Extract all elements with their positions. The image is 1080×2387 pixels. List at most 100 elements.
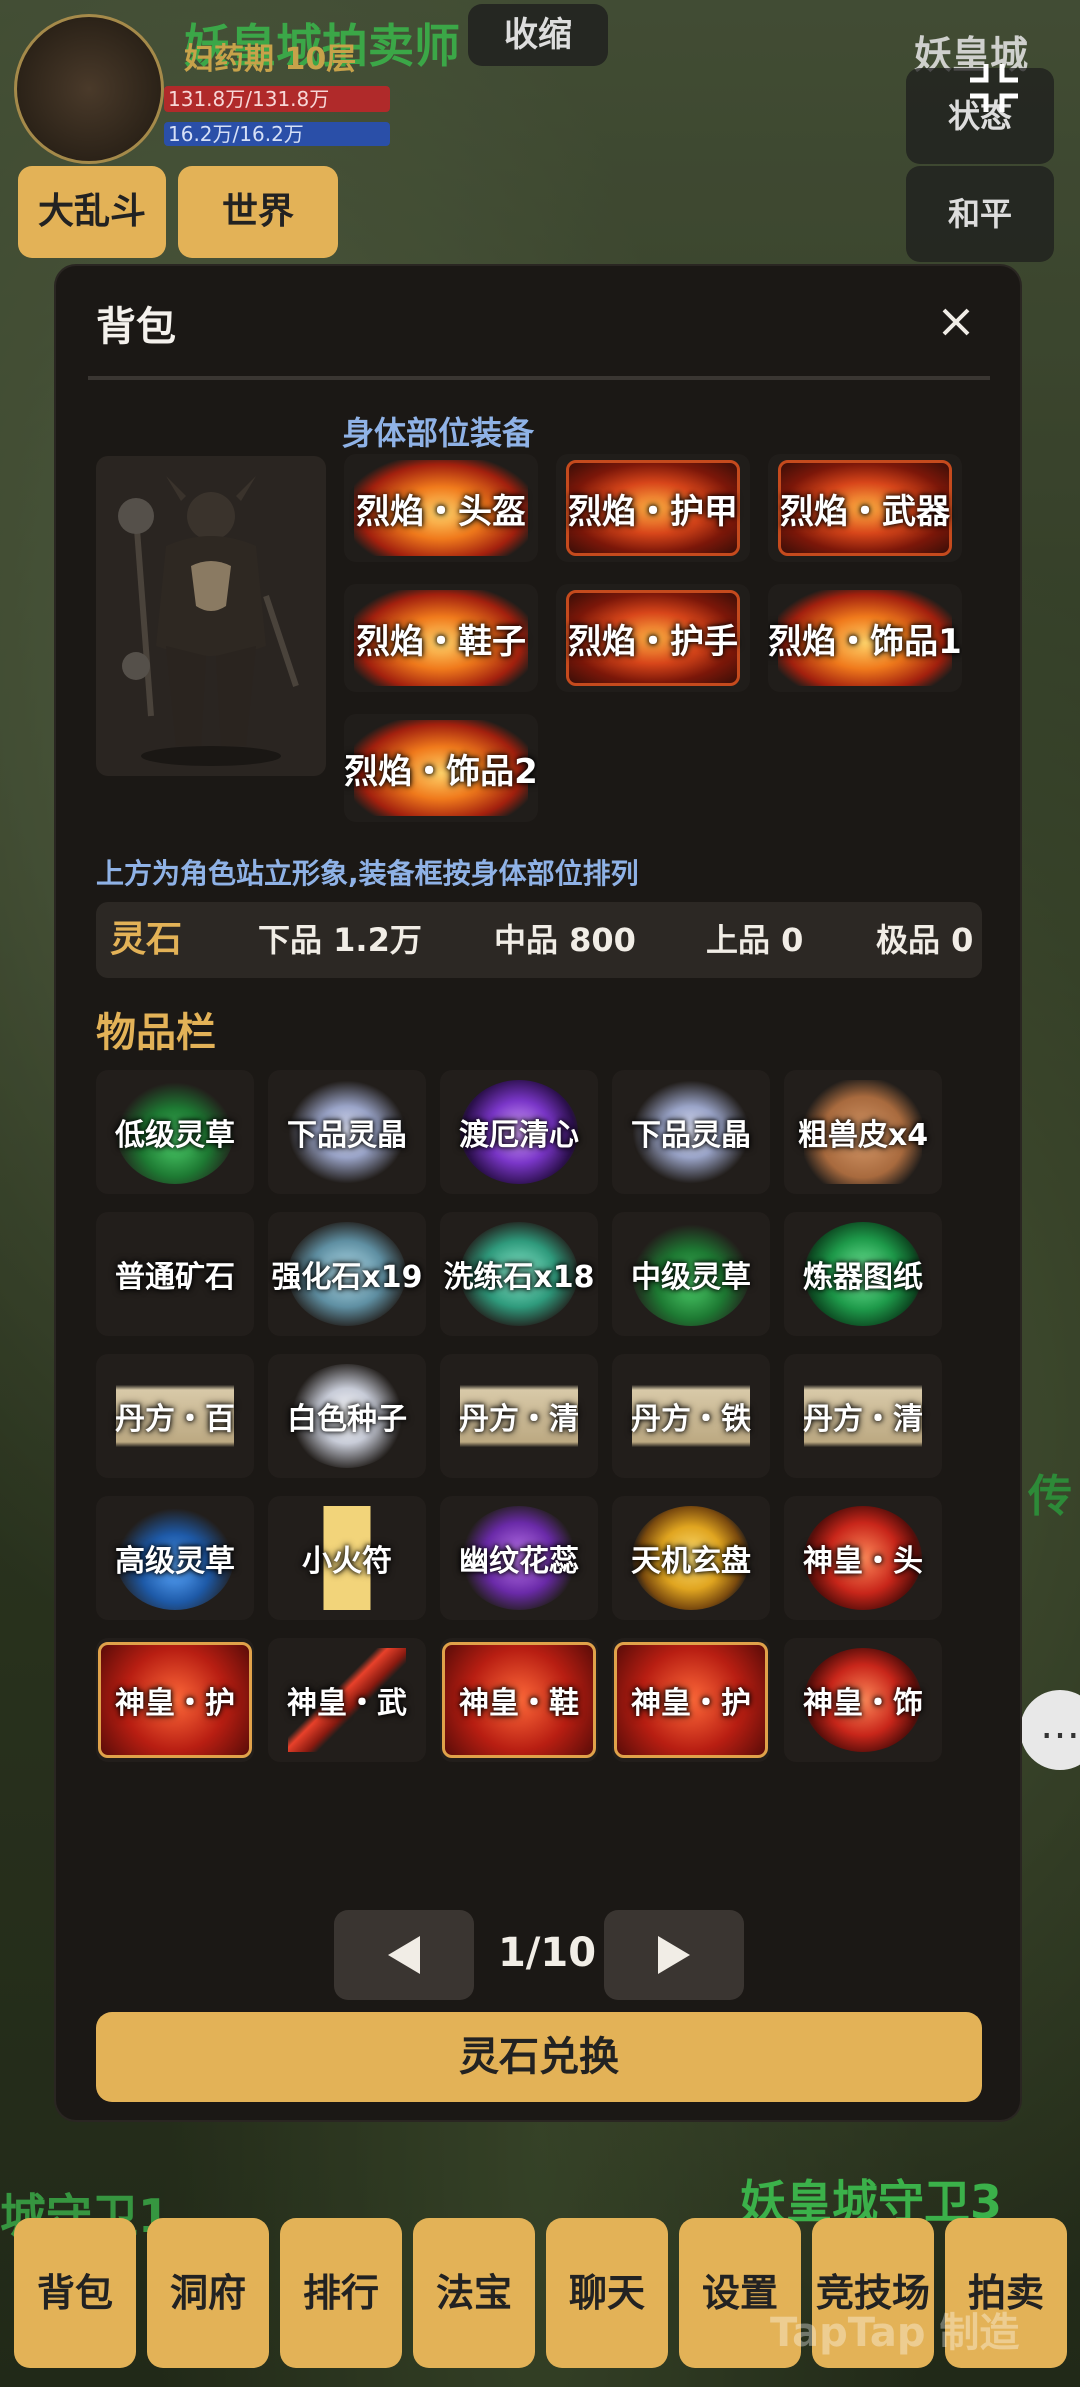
item-label: 下品灵晶: [287, 1118, 407, 1153]
item-slot[interactable]: 下品灵晶: [612, 1070, 770, 1194]
body-equipment-title: 身体部位装备: [342, 414, 535, 452]
item-label: 炼器图纸: [803, 1260, 923, 1295]
equip-label: 烈焰・武器: [780, 491, 950, 532]
item-slot[interactable]: 普通矿石: [96, 1212, 254, 1336]
item-slot[interactable]: 神皇・头: [784, 1496, 942, 1620]
item-label: 丹方・清: [459, 1402, 579, 1437]
items-title: 物品栏: [96, 1010, 216, 1056]
scene-npc-label: 传: [1028, 1471, 1072, 1522]
equip-slot-accessory-1[interactable]: 烈焰・饰品1: [768, 584, 962, 692]
equipment-hint: 上方为角色站立形象,装备框按身体部位排列: [96, 857, 639, 890]
item-label: 小火符: [302, 1544, 392, 1579]
equip-label: 烈焰・饰品1: [768, 621, 962, 662]
modal-title: 背包: [96, 304, 176, 350]
world-boss-button[interactable]: 世界Boss: [178, 166, 338, 324]
arrow-left-icon: [388, 1936, 420, 1974]
equip-slot-armor[interactable]: 烈焰・护甲: [556, 454, 750, 562]
prev-page-button[interactable]: [334, 1910, 474, 2000]
item-label: 中级灵草: [631, 1260, 751, 1295]
item-label: 强化石x19: [271, 1260, 423, 1295]
spirit-stone-bar: 灵石 下品 1.2万 中品 800 上品 0 极品 0: [96, 902, 982, 978]
item-slot[interactable]: 神皇・鞋: [440, 1638, 598, 1762]
close-icon[interactable]: [936, 302, 976, 342]
equip-label: 烈焰・鞋子: [356, 621, 526, 662]
character-figure-icon: [118, 476, 299, 766]
item-slot[interactable]: 白色种子: [268, 1354, 426, 1478]
item-slot[interactable]: 强化石x19: [268, 1212, 426, 1336]
fullscreen-exit-icon[interactable]: [966, 60, 1022, 116]
item-label: 神皇・鞋: [459, 1686, 579, 1721]
arrow-right-icon: [658, 1936, 690, 1974]
equip-slot-weapon[interactable]: 烈焰・武器: [768, 454, 962, 562]
brawl-button[interactable]: 大乱斗: [18, 166, 166, 258]
item-slot[interactable]: 神皇・饰: [784, 1638, 942, 1762]
item-label: 神皇・饰: [803, 1686, 923, 1721]
nav-bag[interactable]: 背包: [14, 2218, 136, 2368]
stone-mid: 中品 800: [494, 921, 636, 959]
item-slot[interactable]: 洗练石x18: [440, 1212, 598, 1336]
item-slot[interactable]: 高级灵草: [96, 1496, 254, 1620]
item-label: 丹方・铁: [631, 1402, 751, 1437]
item-slot[interactable]: 渡厄清心: [440, 1070, 598, 1194]
item-label: 神皇・头: [803, 1544, 923, 1579]
next-page-button[interactable]: [604, 1910, 744, 2000]
equip-slot-boots[interactable]: 烈焰・鞋子: [344, 584, 538, 692]
spirit-stone-exchange-button[interactable]: 灵石兑换: [96, 2012, 982, 2102]
item-label: 下品灵晶: [631, 1118, 751, 1153]
stone-high: 上品 0: [706, 921, 804, 959]
equip-label: 烈焰・护手: [568, 621, 738, 662]
peace-mode-button[interactable]: 和平: [906, 166, 1054, 262]
equip-slot-gloves[interactable]: 烈焰・护手: [556, 584, 750, 692]
item-slot[interactable]: 神皇・护: [612, 1638, 770, 1762]
item-label: 粗兽皮x4: [797, 1118, 929, 1153]
character-portrait: [96, 456, 326, 776]
item-label: 神皇・护: [115, 1686, 235, 1721]
item-slot[interactable]: 下品灵晶: [268, 1070, 426, 1194]
item-label: 丹方・百: [115, 1402, 235, 1437]
mp-bar: 16.2万/16.2万: [164, 122, 390, 146]
item-slot[interactable]: 丹方・百: [96, 1354, 254, 1478]
item-label: 幽纹花蕊: [459, 1544, 579, 1579]
item-label: 低级灵草: [115, 1118, 235, 1153]
item-slot[interactable]: 炼器图纸: [784, 1212, 942, 1336]
nav-chat[interactable]: 聊天: [546, 2218, 668, 2368]
item-label: 天机玄盘: [631, 1544, 751, 1579]
hp-bar: 131.8万/131.8万: [164, 86, 390, 112]
item-slot[interactable]: 天机玄盘: [612, 1496, 770, 1620]
equip-label: 烈焰・护甲: [568, 491, 738, 532]
item-slot[interactable]: 中级灵草: [612, 1212, 770, 1336]
equip-slot-helmet[interactable]: 烈焰・头盔: [344, 454, 538, 562]
item-slot[interactable]: 神皇・护: [96, 1638, 254, 1762]
player-avatar[interactable]: [14, 14, 164, 164]
equip-label: 烈焰・头盔: [356, 491, 526, 532]
taptap-watermark: TapTap 制造: [770, 2310, 1020, 2356]
item-label: 高级灵草: [115, 1544, 235, 1579]
item-slot[interactable]: 丹方・铁: [612, 1354, 770, 1478]
item-label: 渡厄清心: [459, 1118, 579, 1153]
item-slot[interactable]: 低级灵草: [96, 1070, 254, 1194]
stone-low: 下品 1.2万: [258, 921, 422, 959]
inventory-modal: 背包 身体部位装备 烈焰・头盔 烈焰・护甲 烈焰・武器 烈焰・鞋子 烈焰・护手 …: [56, 266, 1020, 2120]
equip-label: 烈焰・饰品2: [344, 751, 538, 792]
equip-slot-accessory-2[interactable]: 烈焰・饰品2: [344, 714, 538, 822]
item-slot[interactable]: 小火符: [268, 1496, 426, 1620]
page-indicator: 1/10: [497, 1930, 597, 1976]
item-label: 神皇・护: [631, 1686, 751, 1721]
title-divider: [88, 376, 990, 380]
item-label: 普通矿石: [115, 1260, 235, 1295]
collapse-button[interactable]: 收缩: [468, 4, 608, 66]
item-slot[interactable]: 丹方・清: [784, 1354, 942, 1478]
item-label: 神皇・武: [287, 1686, 407, 1721]
item-slot[interactable]: 幽纹花蕊: [440, 1496, 598, 1620]
nav-ranking[interactable]: 排行: [280, 2218, 402, 2368]
item-slot[interactable]: 丹方・清: [440, 1354, 598, 1478]
item-label: 洗练石x18: [443, 1260, 595, 1295]
spirit-stone-label: 灵石: [110, 919, 183, 960]
player-level: 妇药期 10层: [184, 42, 357, 77]
stone-top: 极品 0: [876, 921, 974, 959]
item-label: 白色种子: [287, 1402, 407, 1437]
item-slot[interactable]: 神皇・武: [268, 1638, 426, 1762]
nav-treasure[interactable]: 法宝: [413, 2218, 535, 2368]
item-slot[interactable]: 粗兽皮x4: [784, 1070, 942, 1194]
nav-cave[interactable]: 洞府: [147, 2218, 269, 2368]
